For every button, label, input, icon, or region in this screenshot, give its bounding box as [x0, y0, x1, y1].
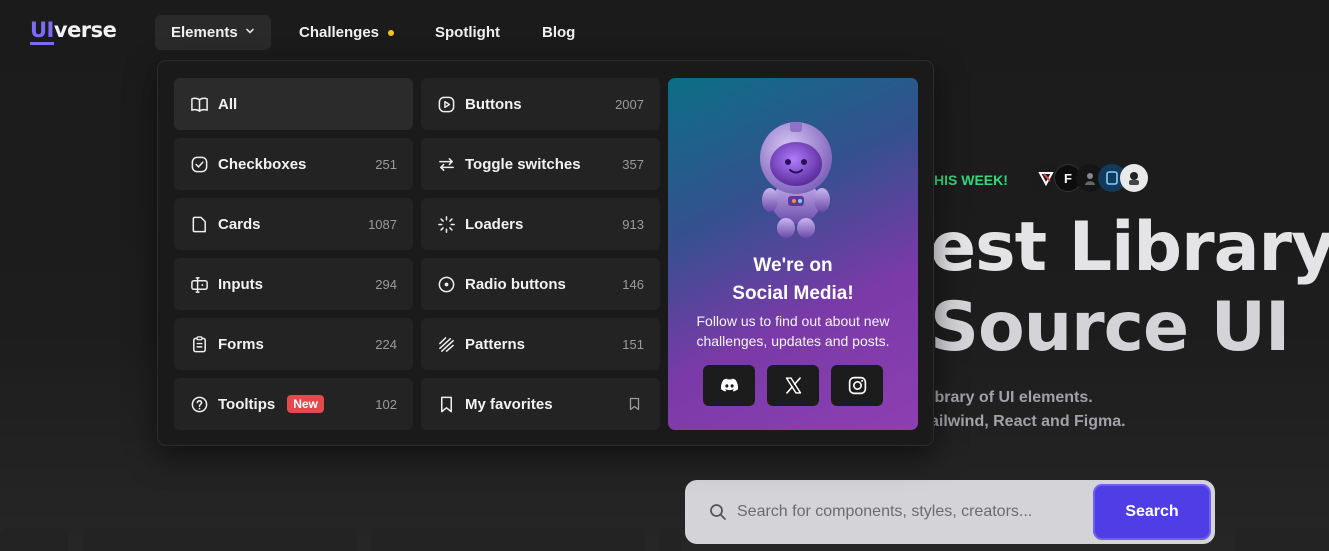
help-circle-icon	[191, 396, 208, 412]
menu-item-patterns[interactable]: Patterns 151	[421, 318, 660, 370]
menu-item-checkboxes[interactable]: Checkboxes 251	[174, 138, 413, 190]
card-placeholder	[1235, 528, 1329, 551]
clipboard-icon	[193, 335, 206, 352]
menu-item-count: 224	[375, 336, 397, 352]
x-twitter-button[interactable]	[767, 365, 819, 406]
nav-spotlight-label: Spotlight	[435, 24, 500, 41]
search-input[interactable]	[737, 503, 1093, 521]
radio-icon	[438, 276, 455, 292]
menu-item-label: Loaders	[465, 215, 524, 233]
notification-dot	[388, 29, 395, 36]
menu-item-forms[interactable]: Forms 224	[174, 318, 413, 370]
menu-item-my-favorites[interactable]: My favorites	[421, 378, 660, 430]
menu-item-count: 2007	[615, 96, 644, 112]
nav-spotlight[interactable]: Spotlight	[435, 15, 500, 50]
instagram-button[interactable]	[831, 365, 883, 406]
menu-item-radio-buttons[interactable]: Radio buttons 146	[421, 258, 660, 310]
menu-item-toggle-switches[interactable]: Toggle switches 357	[421, 138, 660, 190]
creator-avatars: F	[1032, 164, 1148, 192]
instagram-icon	[848, 376, 866, 395]
menu-item-label: Forms	[218, 335, 264, 353]
menu-item-label: Radio buttons	[465, 275, 566, 293]
menu-item-label: All	[218, 95, 238, 113]
card-placeholder	[0, 528, 68, 551]
menu-item-label: Checkboxes	[218, 155, 307, 173]
hero-title-line-2: Source UI	[930, 288, 1290, 367]
social-description: Follow us to find out about new challeng…	[696, 313, 890, 349]
nav-elements-label: Elements	[171, 24, 238, 41]
x-logo-icon	[785, 377, 801, 394]
social-title-line-1: We're on	[753, 255, 833, 276]
card-placeholder	[371, 528, 645, 551]
card-placeholder	[83, 528, 357, 551]
loader-icon	[438, 215, 455, 233]
menu-item-count: 357	[622, 156, 644, 172]
search-button[interactable]: Search	[1093, 484, 1211, 540]
uiverse-logo[interactable]: UIverse	[30, 18, 117, 45]
menu-item-label: Patterns	[465, 335, 526, 353]
nav-challenges-label: Challenges	[299, 24, 380, 41]
menu-item-count: 913	[622, 216, 644, 232]
search-bar: Search	[685, 480, 1215, 544]
hero-subtitle-line-2: ailwind, React and Figma.	[930, 413, 1126, 430]
menu-item-count: 251	[375, 156, 397, 172]
nav-challenges[interactable]: Challenges	[299, 15, 395, 50]
hero-title-line-1: est Library	[930, 208, 1329, 287]
menu-item-count: 146	[622, 276, 644, 292]
avatar[interactable]	[1120, 164, 1148, 192]
week-label: HIS WEEK!	[934, 172, 1008, 188]
logo-verse-text: verse	[53, 18, 117, 42]
astronaut-illustration	[760, 122, 832, 238]
pattern-icon	[439, 336, 454, 352]
social-title-line-2: Social Media!	[732, 283, 854, 304]
search-icon	[710, 504, 726, 520]
play-square-icon	[438, 96, 455, 112]
social-title: We're on Social Media!	[668, 252, 918, 308]
input-icon	[191, 276, 208, 293]
hero-subtitle: ibrary of UI elements. ailwind, React an…	[930, 386, 1126, 434]
file-icon	[192, 216, 206, 232]
menu-item-count: 151	[622, 336, 644, 352]
social-media-card: We're on Social Media! Follow us to find…	[668, 78, 918, 430]
menu-item-inputs[interactable]: Inputs 294	[174, 258, 413, 310]
menu-item-loaders[interactable]: Loaders 913	[421, 198, 660, 250]
menu-item-all[interactable]: All	[174, 78, 413, 130]
bookmark-icon	[440, 396, 453, 412]
menu-item-label: Toggle switches	[465, 155, 581, 173]
bookmark-icon[interactable]	[625, 397, 644, 411]
discord-button[interactable]	[703, 365, 755, 406]
menu-item-label: My favorites	[465, 395, 553, 413]
menu-item-count: 102	[375, 396, 397, 412]
chevron-down-icon	[245, 26, 255, 39]
hero-subtitle-line-1: ibrary of UI elements.	[930, 389, 1093, 406]
card-placeholder	[659, 528, 681, 551]
menu-item-label: Tooltips	[218, 395, 276, 413]
menu-item-buttons[interactable]: Buttons 2007	[421, 78, 660, 130]
logo-ui-text: UI	[30, 18, 54, 45]
check-circle-icon	[191, 156, 208, 172]
menu-item-label: Buttons	[465, 95, 522, 113]
menu-item-count: 1087	[368, 216, 397, 232]
elements-dropdown-menu: All Checkboxes 251 Cards 1087 Inputs 294…	[157, 60, 934, 446]
new-badge: New	[287, 395, 324, 413]
nav-elements-dropdown[interactable]: Elements	[155, 15, 271, 50]
arrows-swap-icon	[439, 157, 454, 171]
book-icon	[191, 97, 208, 112]
nav-blog[interactable]: Blog	[542, 15, 575, 50]
menu-item-label: Cards	[218, 215, 261, 233]
menu-item-cards[interactable]: Cards 1087	[174, 198, 413, 250]
menu-item-tooltips[interactable]: Tooltips New 102	[174, 378, 413, 430]
menu-item-label: Inputs	[218, 275, 263, 293]
nav-blog-label: Blog	[542, 24, 576, 41]
discord-icon	[720, 378, 738, 392]
menu-item-count: 294	[375, 276, 397, 292]
